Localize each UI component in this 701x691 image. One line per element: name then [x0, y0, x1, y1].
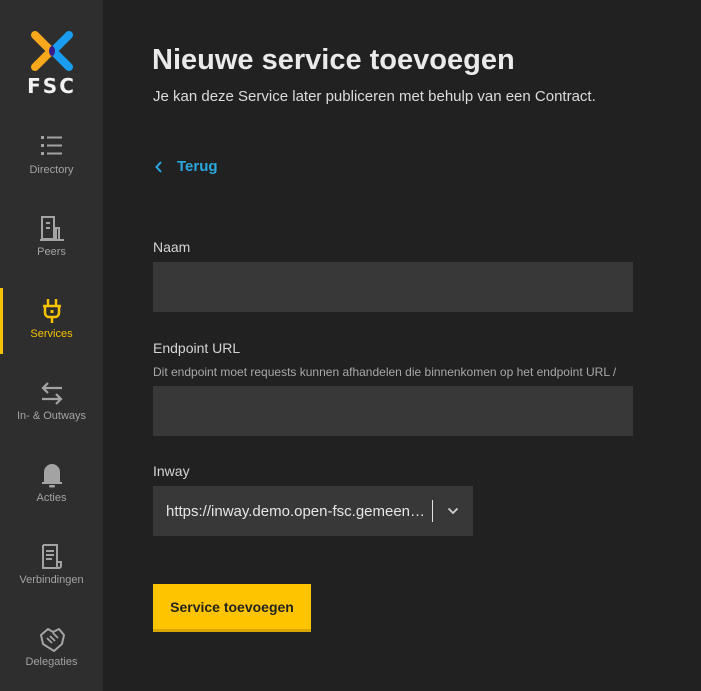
sidebar-item-delegaties[interactable]: Delegaties	[0, 624, 103, 690]
sidebar-item-acties[interactable]: Acties	[0, 460, 103, 526]
list-icon	[40, 136, 62, 155]
name-input[interactable]	[153, 262, 633, 312]
sidebar-item-label: Services	[30, 328, 73, 340]
chevron-down-icon[interactable]	[447, 507, 459, 515]
add-service-button[interactable]: Service toevoegen	[153, 584, 311, 632]
document-icon	[41, 544, 62, 569]
endpoint-url-hint: Dit endpoint moet requests kunnen afhand…	[153, 365, 617, 379]
arrows-left-right-icon	[40, 382, 63, 405]
sidebar-item-label: Acties	[36, 492, 67, 504]
sidebar-item-peers[interactable]: Peers	[0, 214, 103, 280]
sidebar-item-label: Delegaties	[25, 656, 78, 668]
sidebar-item-services[interactable]: Services	[0, 288, 103, 362]
sidebar: FSC Directory Peers Services In- & Outwa…	[0, 0, 103, 691]
endpoint-url-label: Endpoint URL	[153, 340, 241, 356]
building-icon	[39, 216, 64, 241]
endpoint-url-input[interactable]	[153, 386, 633, 436]
sidebar-item-label: Peers	[37, 246, 66, 258]
back-link[interactable]: Terug	[155, 158, 218, 175]
page-subtitle: Je kan deze Service later publiceren met…	[153, 88, 596, 105]
sidebar-item-verbindingen[interactable]: Verbindingen	[0, 542, 103, 608]
plug-icon	[42, 299, 61, 323]
fsc-logo[interactable]: FSC	[0, 30, 103, 98]
back-link-label: Terug	[177, 158, 218, 175]
sidebar-item-directory[interactable]: Directory	[0, 132, 103, 198]
sidebar-item-label: Verbindingen	[19, 574, 84, 586]
bell-icon	[41, 464, 62, 488]
sidebar-item-label: Directory	[29, 164, 74, 176]
inway-selected-value: https://inway.demo.open-fsc.gemeente-sti…	[166, 502, 428, 520]
name-label: Naam	[153, 239, 191, 255]
inway-select[interactable]: https://inway.demo.open-fsc.gemeente-sti…	[153, 486, 473, 536]
page-title: Nieuwe service toevoegen	[152, 44, 515, 76]
sidebar-item-in-outways[interactable]: In- & Outways	[0, 378, 103, 444]
select-separator	[432, 500, 433, 522]
fsc-logo-text: FSC	[27, 74, 76, 98]
handshake-icon	[39, 628, 65, 652]
chevron-left-icon	[155, 160, 162, 173]
fsc-logo-icon	[30, 31, 73, 71]
sidebar-item-label: In- & Outways	[16, 410, 87, 422]
inway-label: Inway	[153, 463, 190, 479]
